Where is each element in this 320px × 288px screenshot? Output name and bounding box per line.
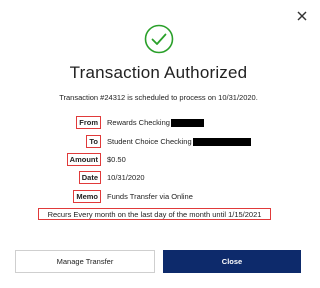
detail-row-amount: Amount $0.50 [0,153,317,166]
redacted-block [192,138,251,147]
amount-value: $0.50 [107,155,126,164]
date-value: 10/31/2020 [107,173,145,182]
memo-label: Memo [73,190,101,203]
to-value: Student Choice Checking [107,135,251,148]
check-circle-icon [144,24,174,54]
page-title: Transaction Authorized [69,63,248,82]
from-label: From [76,116,101,129]
detail-row-to: To Student Choice Checking [0,135,317,148]
manage-transfer-button[interactable]: Manage Transfer [15,250,155,273]
from-value: Rewards Checking [107,116,204,129]
schedule-message: Transaction #24312 is scheduled to proce… [59,93,258,102]
close-button[interactable]: Close [163,250,301,273]
memo-value: Funds Transfer via Online [107,192,193,201]
date-label: Date [78,171,101,184]
to-account-name: Student Choice Checking [107,137,192,146]
detail-row-memo: Memo Funds Transfer via Online [0,190,317,203]
from-account-name: Rewards Checking [107,118,170,127]
to-label: To [86,135,101,148]
detail-row-date: Date 10/31/2020 [0,171,317,184]
transaction-authorized-dialog: Transaction Authorized Transaction #2431… [0,0,317,288]
redacted-block [170,119,204,128]
detail-row-from: From Rewards Checking [0,116,317,129]
close-icon[interactable] [295,9,309,23]
amount-label: Amount [66,153,101,166]
recurrence-info: Recurs Every month on the last day of th… [38,208,271,220]
